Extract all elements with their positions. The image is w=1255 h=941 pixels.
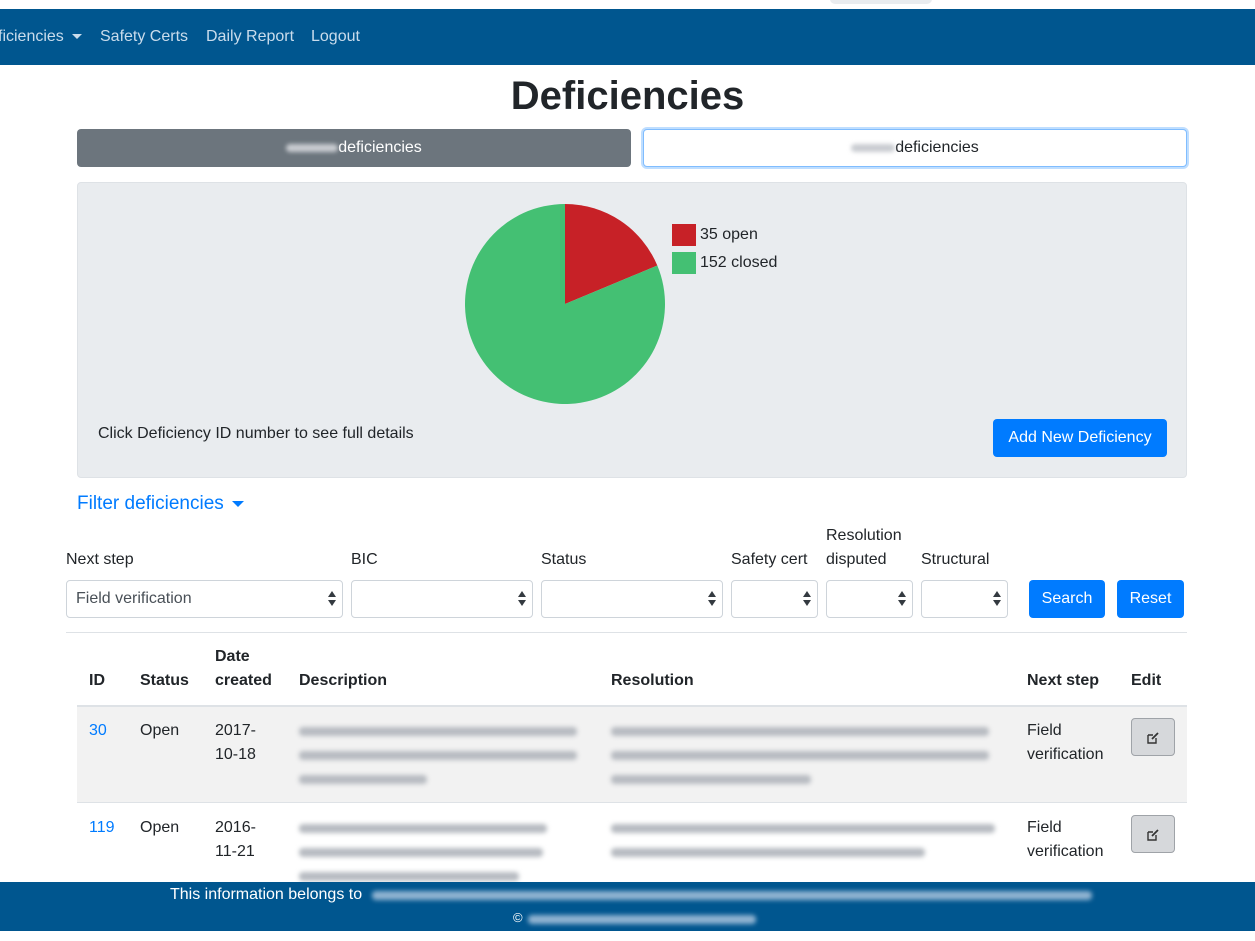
next-step-label: Next step <box>66 551 134 568</box>
bic-label: BIC <box>351 551 378 568</box>
next-step-select[interactable]: Field verification <box>66 580 343 618</box>
redacted-resolution <box>611 848 925 857</box>
status-select[interactable] <box>541 580 723 618</box>
resolution-disputed-label-line1: Resolution <box>826 527 902 544</box>
summary-panel: 35 open 152 closed Click Deficiency ID n… <box>77 182 1187 478</box>
page-title: Deficiencies <box>510 74 745 118</box>
edit-button[interactable] <box>1131 815 1175 853</box>
row-status: Open <box>140 819 180 836</box>
add-new-deficiency-button[interactable]: Add New Deficiency <box>993 419 1167 457</box>
header-status: Status <box>140 672 189 689</box>
redacted-description <box>299 848 543 857</box>
next-step-value: Field verification <box>76 590 192 607</box>
row-status: Open <box>140 722 180 739</box>
redacted-description <box>299 775 427 784</box>
deficiency-id-link[interactable]: 119 <box>89 816 115 840</box>
legend-swatch-open <box>672 224 696 246</box>
select-arrows-icon <box>328 591 336 607</box>
row-next-step-line1: Field <box>1027 819 1062 836</box>
redacted-resolution <box>611 751 989 760</box>
redacted-resolution <box>611 824 995 833</box>
redacted-description <box>299 727 577 736</box>
caret-down-icon <box>231 500 244 507</box>
safety-cert-label: Safety cert <box>731 551 808 568</box>
header-date-created-line2: created <box>215 672 272 689</box>
browser-top-strip <box>0 0 1255 9</box>
redacted-footer-text <box>372 891 1092 900</box>
redacted-footer-text <box>528 915 756 924</box>
select-arrows-icon <box>708 591 716 607</box>
redacted-resolution <box>611 727 989 736</box>
table-row: 30 Open 2017- 10-18 Field verification <box>77 707 1187 803</box>
row-date-line2: 10-18 <box>215 746 256 763</box>
nav-daily-report[interactable]: Daily Report <box>206 28 294 46</box>
header-description: Description <box>299 672 388 689</box>
resolution-disputed-select[interactable] <box>826 580 913 618</box>
nav-logout[interactable]: Logout <box>311 28 360 46</box>
legend-swatch-closed <box>672 252 696 274</box>
redacted-description <box>299 751 577 760</box>
safety-cert-select[interactable] <box>731 580 818 618</box>
section-divider <box>66 632 1187 633</box>
header-resolution: Resolution <box>611 672 694 689</box>
browser-tab-edge <box>830 0 932 4</box>
nav-safety-certs[interactable]: Safety Certs <box>100 28 188 46</box>
table-row: 119 Open 2016- 11-21 Field verification <box>77 804 1187 884</box>
tab-label: deficiencies <box>338 139 422 156</box>
status-pie-chart <box>465 204 665 404</box>
structural-label: Structural <box>921 551 990 568</box>
legend-label-closed: 152 closed <box>700 254 778 271</box>
footer-ownership-text: This information belongs to <box>170 886 363 903</box>
structural-select[interactable] <box>921 580 1008 618</box>
legend-item-open: 35 open <box>672 221 777 249</box>
row-date-line1: 2016- <box>215 819 256 836</box>
redacted-text <box>851 143 896 152</box>
row-next-step-line2: verification <box>1027 746 1104 763</box>
tab-deficiencies-primary[interactable]: deficiencies <box>77 129 631 167</box>
filter-deficiencies-toggle[interactable]: Filter deficiencies <box>77 493 244 515</box>
redacted-resolution <box>611 775 811 784</box>
tab-deficiencies-secondary[interactable]: deficiencies <box>643 129 1187 167</box>
edit-icon <box>1147 732 1159 744</box>
select-arrows-icon <box>803 591 811 607</box>
row-date-line2: 11-21 <box>215 843 255 860</box>
header-edit: Edit <box>1131 672 1162 689</box>
top-navbar: ficiencies Safety Certs Daily Report Log… <box>0 9 1255 65</box>
copyright-symbol: © <box>513 910 523 925</box>
header-id: ID <box>89 672 105 689</box>
row-date-line1: 2017- <box>215 722 256 739</box>
select-arrows-icon <box>898 591 906 607</box>
redacted-description <box>299 824 547 833</box>
legend-item-closed: 152 closed <box>672 249 777 277</box>
edit-button[interactable] <box>1131 718 1175 756</box>
resolution-disputed-label-line2: disputed <box>826 551 887 568</box>
nav-deficiencies-label: ficiencies <box>0 28 64 45</box>
redacted-text <box>286 143 339 152</box>
tab-label: deficiencies <box>895 139 979 156</box>
row-next-step-line2: verification <box>1027 843 1104 860</box>
legend-label-open: 35 open <box>700 226 758 243</box>
redacted-description <box>299 872 519 881</box>
select-arrows-icon <box>993 591 1001 607</box>
header-date-created-line1: Date <box>215 648 250 665</box>
select-arrows-icon <box>518 591 526 607</box>
nav-deficiencies-dropdown[interactable]: ficiencies <box>0 28 82 46</box>
reset-button[interactable]: Reset <box>1117 580 1184 618</box>
deficiency-id-link[interactable]: 30 <box>89 719 107 743</box>
row-next-step-line1: Field <box>1027 722 1062 739</box>
edit-icon <box>1147 829 1159 841</box>
filter-toggle-label: Filter deficiencies <box>77 493 224 514</box>
details-hint: Click Deficiency ID number to see full d… <box>98 425 414 442</box>
header-next-step: Next step <box>1027 672 1100 689</box>
search-button[interactable]: Search <box>1029 580 1105 618</box>
footer: This information belongs to © <box>0 882 1255 931</box>
status-label: Status <box>541 551 587 568</box>
caret-down-icon <box>71 34 82 40</box>
pie-legend: 35 open 152 closed <box>672 221 777 277</box>
bic-select[interactable] <box>351 580 533 618</box>
